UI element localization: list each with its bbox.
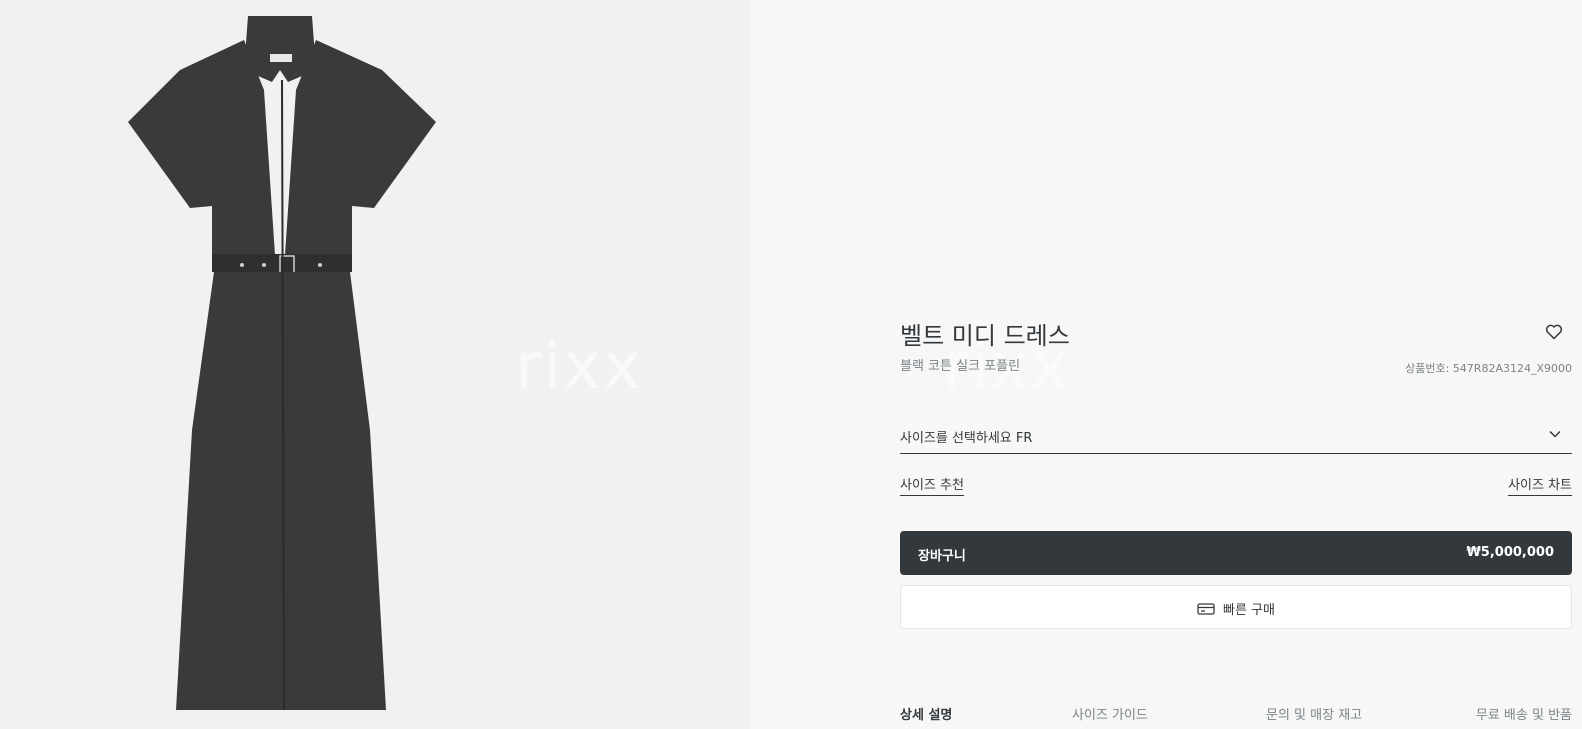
cart-price: ₩5,000,000 — [1466, 545, 1554, 560]
watermark: rixx — [515, 330, 643, 404]
size-recommendation-link[interactable]: 사이즈 추천 — [900, 474, 964, 496]
chevron-down-icon — [1549, 430, 1561, 438]
tab-size-guide[interactable]: 사이즈 가이드 — [1072, 704, 1148, 723]
size-select-label: 사이즈를 선택하세요 FR — [900, 431, 1033, 446]
detail-tabs: 상세 설명 사이즈 가이드 문의 및 매장 재고 무료 배송 및 반품 — [900, 704, 1572, 729]
add-to-cart-button[interactable]: 장바구니 ₩5,000,000 — [900, 531, 1572, 575]
quick-buy-button[interactable]: 빠른 구매 — [900, 585, 1572, 629]
product-subtitle: 블랙 코튼 실크 포플린 — [900, 359, 1021, 374]
credit-card-icon — [1197, 602, 1215, 615]
tab-free-shipping[interactable]: 무료 배송 및 반품 — [1476, 704, 1572, 723]
tab-description[interactable]: 상세 설명 — [900, 704, 952, 723]
cart-label: 장바구니 — [918, 549, 966, 564]
wishlist-button[interactable] — [1544, 322, 1564, 342]
tab-inquiry-stock[interactable]: 문의 및 매장 재고 — [1266, 704, 1362, 723]
size-select[interactable]: 사이즈를 선택하세요 FR — [900, 418, 1572, 454]
product-title: 벨트 미디 드레스 — [900, 322, 1070, 350]
size-chart-link[interactable]: 사이즈 차트 — [1508, 474, 1572, 496]
product-code: 상품번호: 547R82A3124_X9000 — [1405, 362, 1572, 375]
title-row: 벨트 미디 드레스 — [900, 316, 1572, 350]
heart-icon — [1545, 324, 1563, 340]
product-image — [128, 16, 436, 711]
quick-buy-content: 빠른 구매 — [1197, 599, 1275, 618]
quick-buy-label: 빠른 구매 — [1223, 603, 1275, 618]
